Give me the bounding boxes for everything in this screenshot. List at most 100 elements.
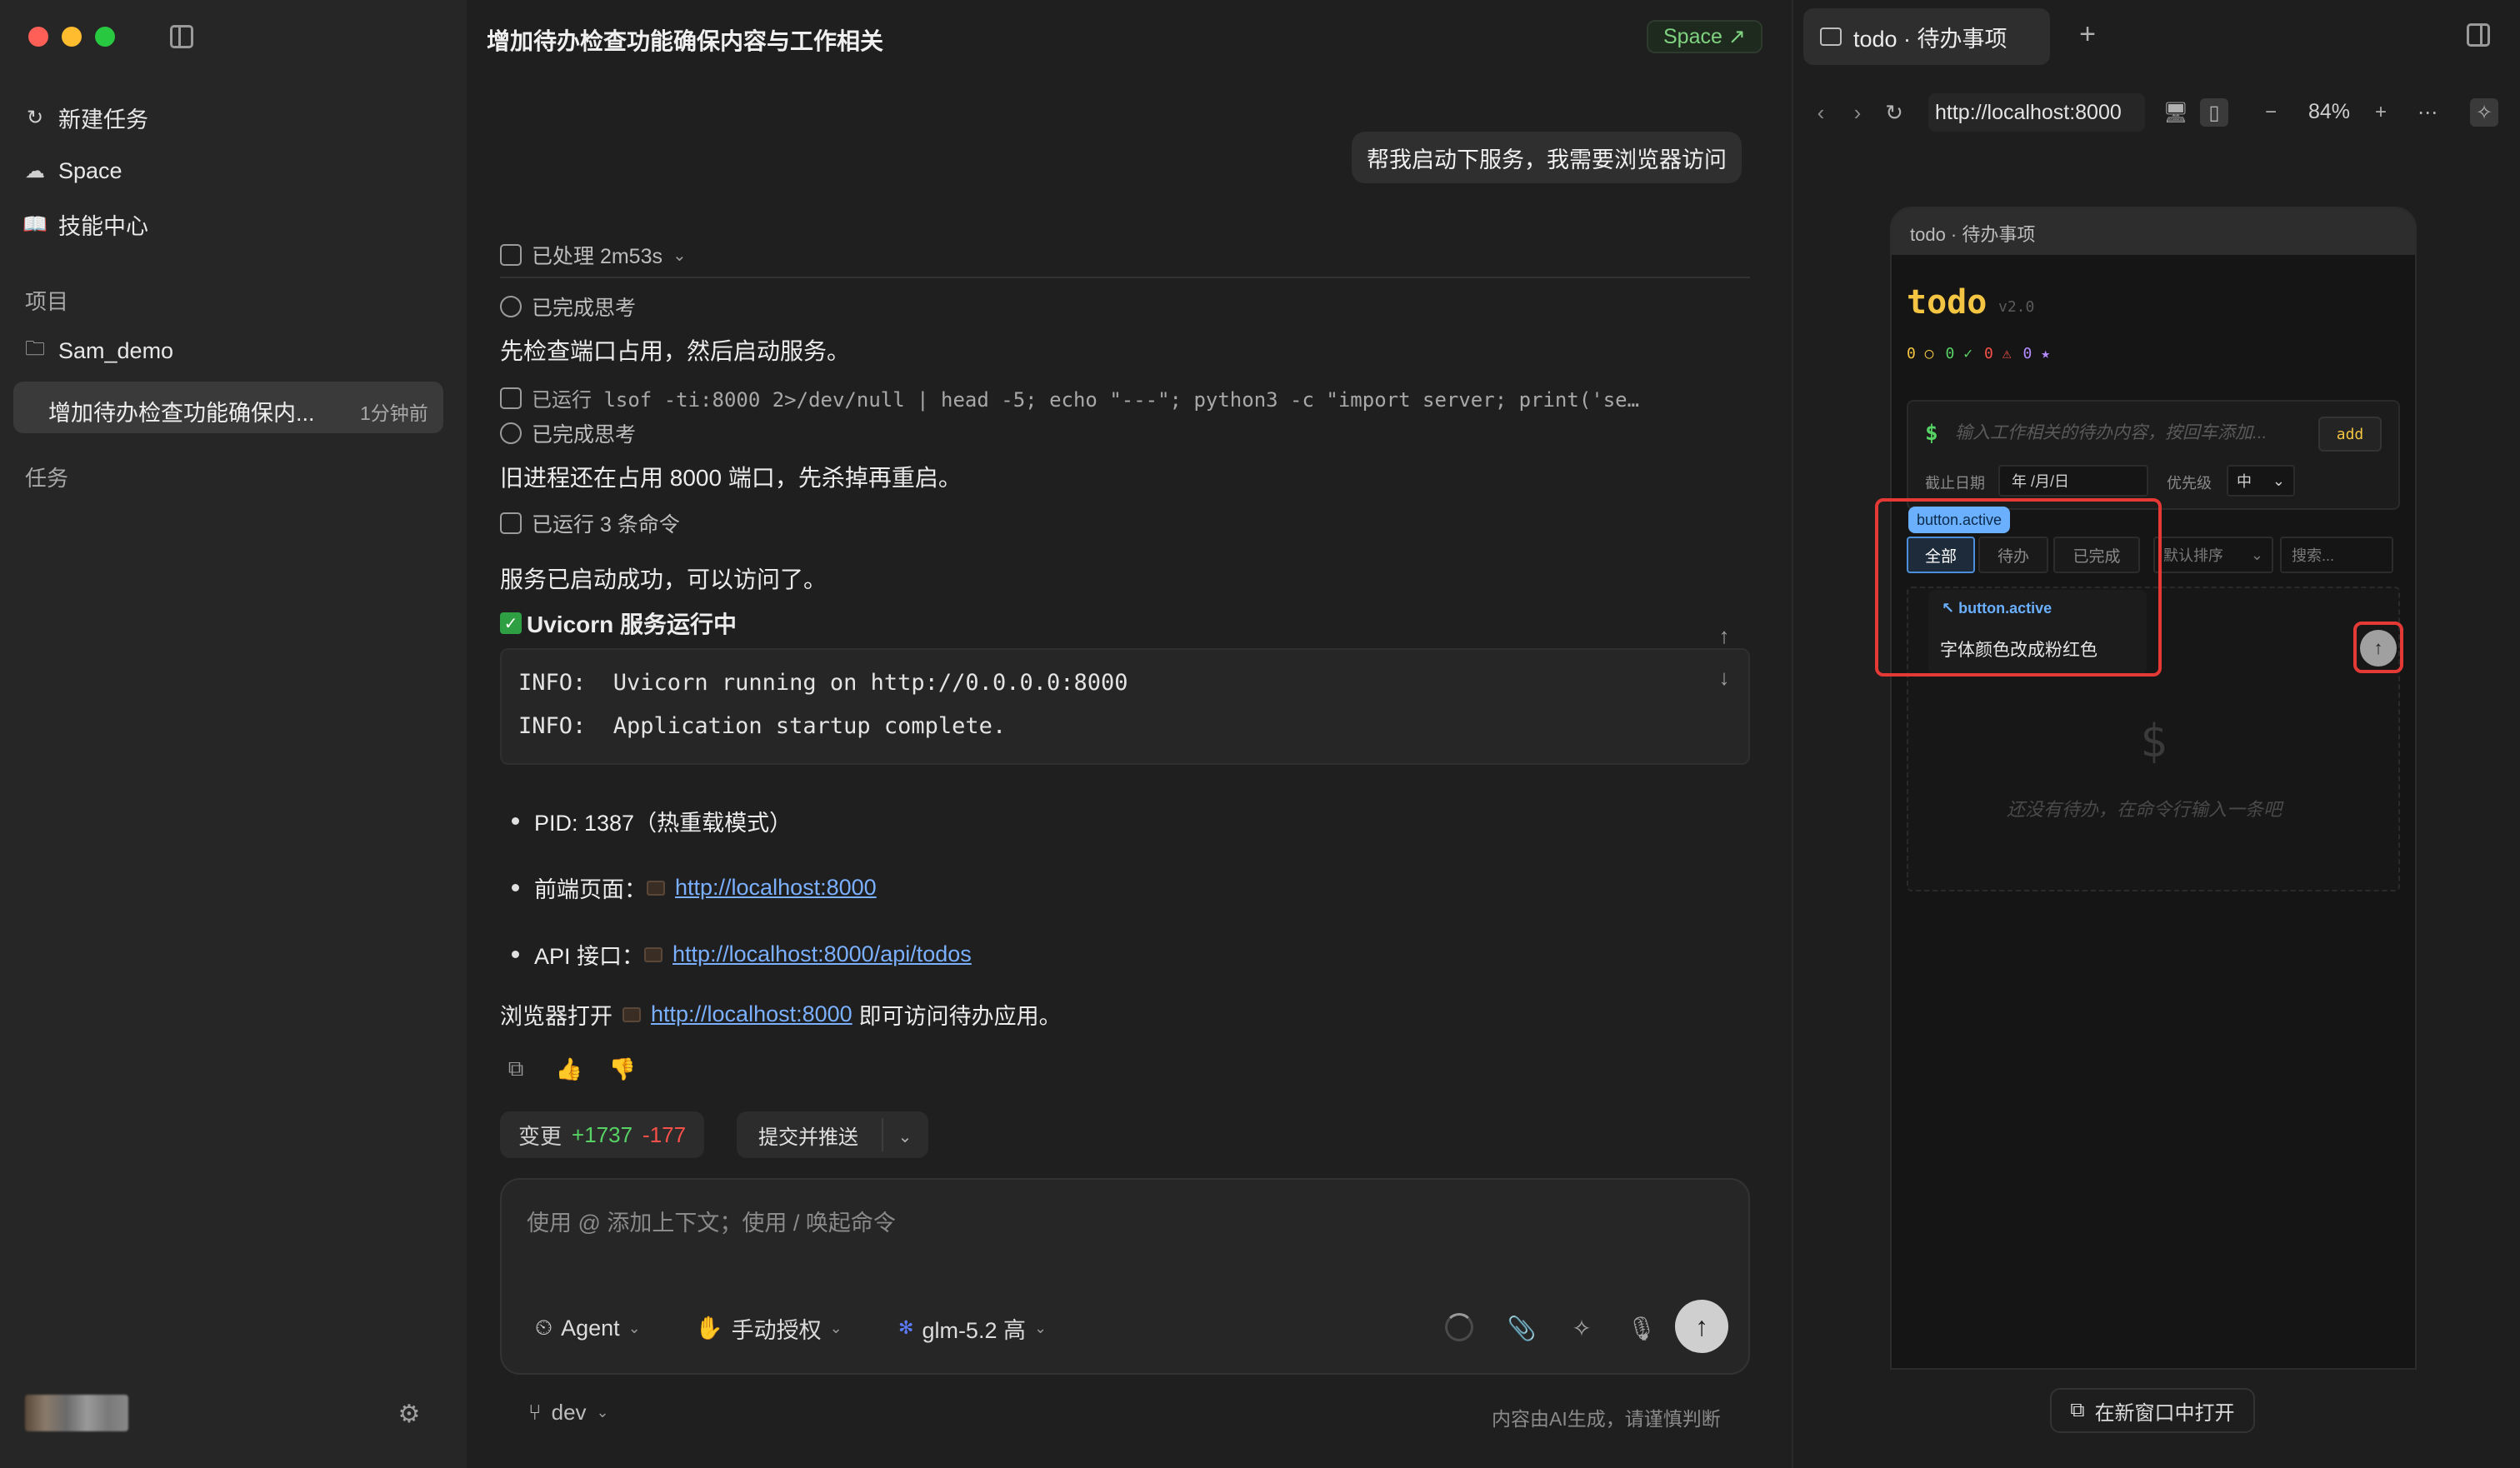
agent-mode-select[interactable]: ⏲ Agent ⌄ <box>535 1311 641 1345</box>
nav-skills[interactable]: 📖 技能中心 <box>22 203 148 245</box>
open-in-window-label: 在新窗口中打开 <box>2094 1401 2235 1425</box>
thought-2-label: 已完成思考 <box>532 423 637 447</box>
changes-pill[interactable]: 变更 +1737 -177 <box>500 1111 705 1158</box>
folder-icon: 🗀 <box>25 337 45 360</box>
chevron-down-icon[interactable]: ⌄ <box>893 1125 917 1148</box>
sort-select[interactable]: 默认排序 ⌄ <box>2153 537 2273 573</box>
nav-skills-label: 技能中心 <box>58 213 148 239</box>
new-tab-icon[interactable]: + <box>2073 18 2102 50</box>
model-select[interactable]: ✻ glm-5.2 高 ⌄ <box>898 1311 1047 1345</box>
space-badge[interactable]: Space ↗ <box>1647 20 1762 53</box>
panel-toggle-icon[interactable] <box>2467 23 2490 47</box>
chevron-down-icon: ⌄ <box>596 1404 609 1421</box>
stat-pending: 0 ○ <box>1907 345 1934 362</box>
zoom-in-icon[interactable]: + <box>2367 98 2395 127</box>
auth-label: 手动授权 <box>731 1317 822 1343</box>
browser-link[interactable]: http://localhost:8000 <box>651 1001 852 1027</box>
empty-state-text: 还没有待办，在命令行输入一条吧 <box>2007 799 2282 820</box>
ran-command-line[interactable]: 已运行 lsof -ti:8000 2>/dev/null | head -5;… <box>500 383 1742 412</box>
copy-icon[interactable]: ⧉ <box>502 1055 530 1083</box>
zoom-out-icon[interactable]: − <box>2257 98 2285 127</box>
chevron-down-icon: ⌄ <box>2272 472 2285 489</box>
deadline-date-input[interactable]: 年 /月/日 <box>1998 465 2148 497</box>
mobile-view-icon[interactable]: ▯ <box>2200 98 2228 127</box>
branch-name: dev <box>551 1400 587 1425</box>
ran-3-commands[interactable]: 已运行 3 条命令 <box>500 508 680 538</box>
frontend-link[interactable]: http://localhost:8000 <box>675 875 877 901</box>
branch-select[interactable]: ⑂ dev ⌄ <box>528 1400 609 1426</box>
open-in-window-button[interactable]: ⧉ 在新窗口中打开 <box>2050 1388 2255 1433</box>
ai-disclaimer: 内容由AI生成，请谨慎判断 <box>1492 1408 1721 1430</box>
stat-overdue: 0 ⚠ <box>1984 345 2012 362</box>
sparkle-icon[interactable]: ✧ <box>1565 1311 1598 1345</box>
sort-label: 默认排序 <box>2163 547 2223 564</box>
nav-new-task-label: 新建任务 <box>58 107 148 132</box>
url-bar[interactable]: http://localhost:8000 <box>1928 93 2145 132</box>
check-icon: ✓ <box>500 612 522 634</box>
desktop-view-icon[interactable]: 🖥 <box>2162 98 2190 127</box>
scroll-up-icon[interactable]: ↑ <box>1712 623 1737 648</box>
microphone-icon[interactable]: 🎙 <box>1625 1311 1658 1345</box>
todo-search-input[interactable]: 搜索... <box>2280 537 2393 573</box>
maximize-window-button[interactable] <box>95 27 115 47</box>
todo-input[interactable] <box>1955 417 2308 450</box>
close-window-button[interactable] <box>28 27 48 47</box>
browser-suffix: 即可访问待办应用。 <box>858 1004 1062 1029</box>
priority-value: 中 <box>2237 473 2252 490</box>
gear-icon[interactable]: ⚙ <box>395 1400 423 1428</box>
chevron-down-icon: ⌄ <box>672 246 687 265</box>
nav-new-task[interactable]: ↻ 新建任务 <box>23 97 148 138</box>
sidebar-toggle-icon[interactable] <box>170 25 193 48</box>
deadline-label: 截止日期 <box>1925 475 1985 492</box>
terminal-icon <box>500 512 522 534</box>
frontend-label: 前端页面： <box>534 877 647 902</box>
composer-input[interactable] <box>527 1206 1718 1240</box>
more-icon[interactable]: ⋯ <box>2413 98 2442 127</box>
paperclip-icon[interactable]: 📎 <box>1505 1311 1538 1345</box>
auth-mode-select[interactable]: ✋ 手动授权 ⌄ <box>695 1311 842 1345</box>
back-icon[interactable]: ‹ <box>1808 100 1833 125</box>
priority-select[interactable]: 中 ⌄ <box>2227 465 2295 497</box>
thought-1[interactable]: 已完成思考 <box>500 292 636 322</box>
project-name: Sam_demo <box>58 337 174 363</box>
chat-title: 增加待办检查功能确保内容与工作相关 <box>487 28 884 54</box>
thumbs-down-icon[interactable]: 👎 <box>608 1055 637 1083</box>
minimize-window-button[interactable] <box>62 27 82 47</box>
chevron-down-icon: ⌄ <box>1033 1319 1048 1336</box>
processed-toggle[interactable]: 已处理 2m53s ⌄ <box>500 240 687 270</box>
scroll-down-icon[interactable]: ↓ <box>1712 665 1737 690</box>
uvicorn-heading: ✓ Uvicorn 服务运行中 <box>500 607 737 640</box>
app-title: todo <box>1907 283 1988 322</box>
thumbs-up-icon[interactable]: 👍 <box>555 1055 583 1083</box>
submit-annotation-button[interactable]: ↑ <box>2360 630 2397 667</box>
forward-icon[interactable]: › <box>1845 100 1870 125</box>
projects-section-label: 项目 <box>25 289 69 314</box>
browser-tab[interactable]: todo · 待办事项 <box>1803 8 2050 65</box>
chevron-down-icon: ⌄ <box>628 1319 641 1336</box>
ran-command-text: 已运行 lsof -ti:8000 2>/dev/null | head -5;… <box>532 388 1640 412</box>
avatar[interactable] <box>25 1395 128 1431</box>
pid-text: PID: 1387（热重载模式） <box>534 811 792 836</box>
priority-label: 优先级 <box>2167 475 2212 492</box>
inspect-icon[interactable]: ✧ <box>2470 98 2498 127</box>
processed-label: 已处理 2m53s <box>532 245 662 268</box>
terminal-icon <box>500 387 522 409</box>
highlight-box-filter <box>1875 498 2162 677</box>
cube-icon <box>500 244 522 266</box>
thought-2[interactable]: 已完成思考 <box>500 418 636 448</box>
add-todo-button[interactable]: add <box>2318 417 2382 452</box>
book-icon: 📖 <box>22 212 48 236</box>
chevron-down-icon: ⌄ <box>829 1319 842 1336</box>
reload-icon[interactable]: ↻ <box>1882 100 1907 125</box>
thought-1-label: 已完成思考 <box>532 297 637 320</box>
code-line-2: INFO: Application startup complete. <box>518 713 1007 739</box>
api-link[interactable]: http://localhost:8000/api/todos <box>672 941 972 967</box>
page-icon <box>622 1006 641 1022</box>
api-label: API 接口： <box>534 944 645 969</box>
project-item[interactable]: 🗀 Sam_demo <box>23 330 173 372</box>
agent-icon: ⏲ <box>535 1315 553 1340</box>
browser-tab-title: todo · 待办事项 <box>1853 26 2008 52</box>
active-task-title: 增加待办检查功能确保内... <box>48 401 315 426</box>
nav-space[interactable]: ☁ Space <box>23 150 122 192</box>
send-button[interactable]: ↑ <box>1675 1300 1728 1353</box>
